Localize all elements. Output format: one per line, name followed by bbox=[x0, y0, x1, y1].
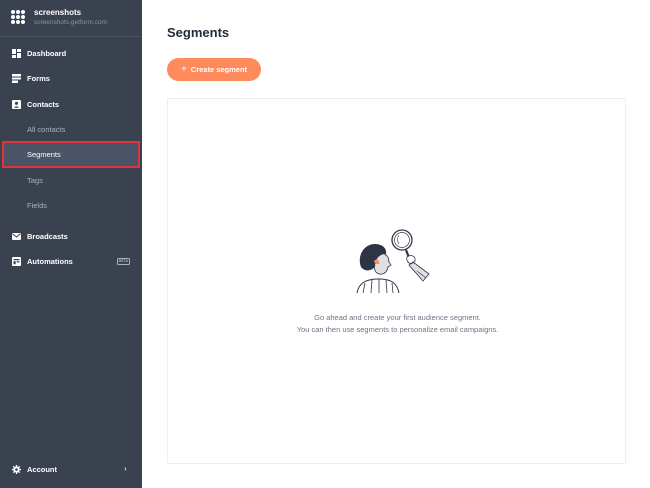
empty-state-line-2: You can then use segments to personalize… bbox=[296, 325, 499, 334]
gear-icon bbox=[12, 465, 21, 474]
empty-state-line-1: Go ahead and create your first audience … bbox=[314, 313, 481, 322]
contacts-icon bbox=[12, 100, 21, 109]
sidebar-subitem-label: Fields bbox=[27, 201, 48, 210]
magnifier-person-illustration bbox=[356, 229, 430, 294]
sidebar-item-label: Automations bbox=[27, 257, 73, 266]
forms-icon bbox=[12, 74, 21, 83]
sidebar-subitem-label: Tags bbox=[27, 176, 43, 185]
sidebar-subitem-fields[interactable]: Fields bbox=[0, 194, 142, 216]
workspace-name: screenshots bbox=[34, 8, 82, 17]
create-segment-label: Create segment bbox=[190, 65, 248, 74]
account-label: Account bbox=[27, 465, 57, 474]
beta-badge: BETA bbox=[117, 258, 130, 265]
create-segment-button[interactable]: + Create segment bbox=[167, 58, 261, 81]
automations-icon bbox=[12, 257, 21, 266]
sidebar-item-broadcasts[interactable]: Broadcasts bbox=[0, 225, 142, 247]
sidebar: screenshots screenshots.getform.com Dash… bbox=[0, 0, 142, 488]
sidebar-subitem-label: Segments bbox=[27, 150, 61, 159]
sidebar-subitem-segments[interactable]: Segments bbox=[2, 141, 140, 168]
workspace-logo-icon bbox=[11, 10, 26, 25]
sidebar-item-label: Broadcasts bbox=[27, 232, 68, 241]
chevron-right-icon: › bbox=[124, 464, 127, 473]
sidebar-item-forms[interactable]: Forms bbox=[0, 67, 142, 89]
sidebar-subitem-all-contacts[interactable]: All contacts bbox=[0, 118, 142, 140]
dashboard-icon bbox=[12, 49, 21, 58]
sidebar-item-label: Contacts bbox=[27, 100, 60, 109]
sidebar-item-contacts[interactable]: Contacts bbox=[0, 93, 142, 115]
plus-icon: + bbox=[180, 63, 187, 75]
account-menu[interactable]: Account › bbox=[0, 459, 142, 481]
empty-state-panel: Go ahead and create your first audience … bbox=[167, 98, 626, 464]
page-title: Segments bbox=[167, 25, 230, 40]
workspace-header[interactable]: screenshots screenshots.getform.com bbox=[0, 0, 142, 37]
sidebar-subitem-label: All contacts bbox=[27, 125, 66, 134]
sidebar-subitem-tags[interactable]: Tags bbox=[0, 169, 142, 191]
empty-state-message: Go ahead and create your first audience … bbox=[168, 312, 627, 336]
workspace-url: screenshots.getform.com bbox=[34, 19, 107, 26]
sidebar-item-label: Dashboard bbox=[27, 49, 67, 58]
sidebar-item-dashboard[interactable]: Dashboard bbox=[0, 42, 142, 64]
mail-icon bbox=[12, 233, 21, 240]
sidebar-item-label: Forms bbox=[27, 74, 50, 83]
sidebar-item-automations[interactable]: Automations BETA bbox=[0, 250, 142, 272]
